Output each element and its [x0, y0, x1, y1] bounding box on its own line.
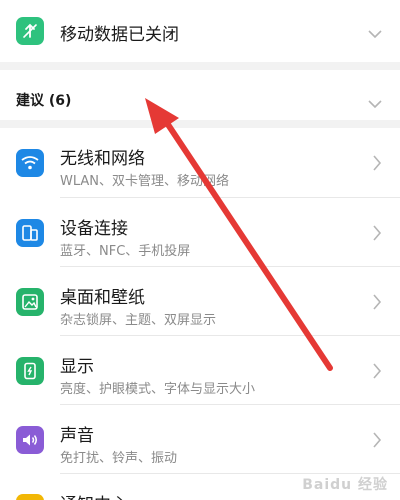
chevron-down-icon — [368, 94, 382, 113]
display-icon — [16, 357, 44, 385]
settings-item-display[interactable]: 显示 亮度、护眼模式、字体与显示大小 — [0, 336, 400, 405]
chevron-right-icon — [372, 363, 382, 383]
wallpaper-icon — [16, 288, 44, 316]
settings-item-subtitle: WLAN、双卡管理、移动网络 — [60, 174, 230, 189]
chevron-right-icon — [372, 225, 382, 245]
settings-item-title: 显示 — [60, 357, 94, 377]
wifi-icon — [16, 149, 44, 177]
chevron-down-icon — [368, 24, 382, 43]
settings-item-subtitle: 亮度、护眼模式、字体与显示大小 — [60, 382, 256, 397]
settings-item-title: 桌面和壁纸 — [60, 288, 145, 308]
settings-item-subtitle: 蓝牙、NFC、手机投屏 — [60, 244, 191, 259]
settings-item-title: 声音 — [60, 426, 94, 446]
suggestions-label: 建议 (6) — [16, 93, 72, 109]
mobile-data-label: 移动数据已关闭 — [60, 25, 179, 45]
suggestions-row[interactable]: 建议 (6) — [0, 70, 400, 120]
settings-item-subtitle: 免打扰、铃声、振动 — [60, 451, 178, 466]
settings-item-title: 通知中心 — [60, 490, 128, 500]
settings-list: 无线和网络 WLAN、双卡管理、移动网络 设备连接 蓝牙、NFC、手机投屏 桌面… — [0, 128, 400, 500]
mobile-data-off-icon — [16, 17, 44, 45]
settings-item-title: 无线和网络 — [60, 149, 145, 169]
chevron-right-icon — [372, 294, 382, 314]
mobile-data-panel: 移动数据已关闭 — [0, 0, 400, 62]
settings-item-wallpaper[interactable]: 桌面和壁纸 杂志锁屏、主题、双屏显示 — [0, 267, 400, 336]
notification-icon — [16, 494, 44, 500]
watermark: Baidu 经验 — [302, 477, 388, 493]
suggestions-panel: 建议 (6) — [0, 70, 400, 120]
settings-item-device-connection[interactable]: 设备连接 蓝牙、NFC、手机投屏 — [0, 198, 400, 267]
chevron-right-icon — [372, 432, 382, 452]
settings-item-wireless[interactable]: 无线和网络 WLAN、双卡管理、移动网络 — [0, 128, 400, 198]
device-connect-icon — [16, 219, 44, 247]
mobile-data-row[interactable]: 移动数据已关闭 — [0, 0, 400, 62]
settings-item-sound[interactable]: 声音 免打扰、铃声、振动 — [0, 405, 400, 474]
sound-icon — [16, 426, 44, 454]
chevron-right-icon — [372, 155, 382, 175]
settings-item-title: 设备连接 — [60, 219, 128, 239]
settings-item-subtitle: 杂志锁屏、主题、双屏显示 — [60, 313, 217, 328]
